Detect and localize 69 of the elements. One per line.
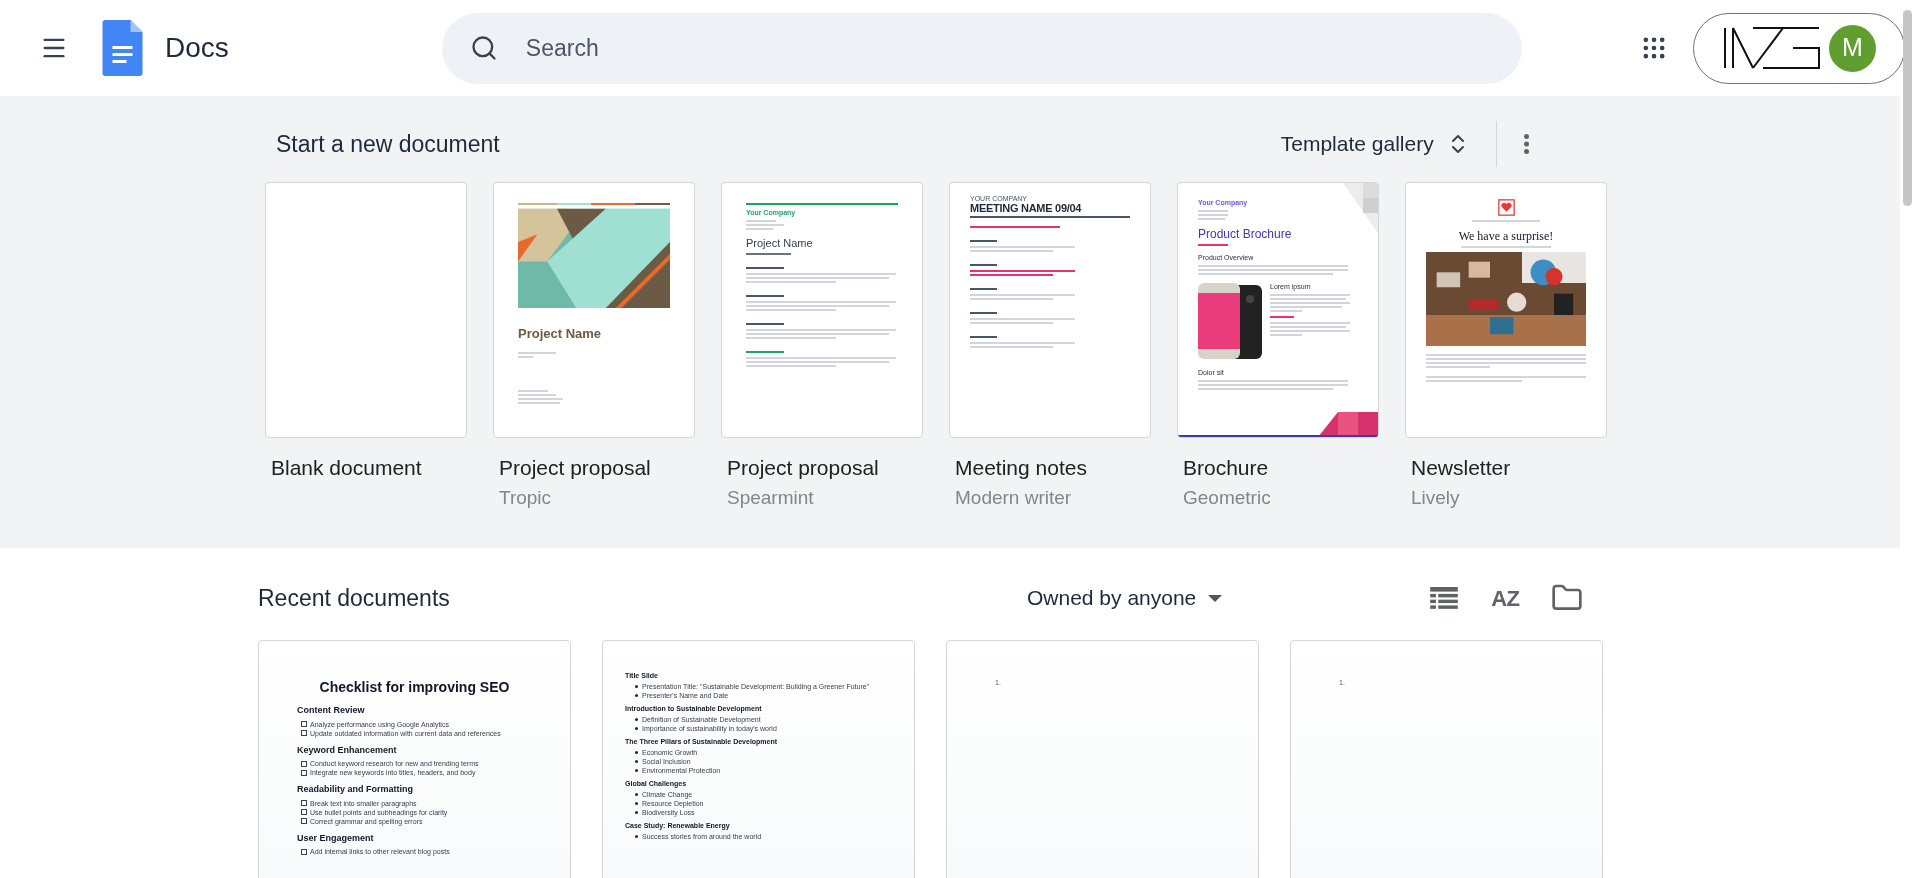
bullet-icon — [635, 769, 638, 772]
app-title: Docs — [165, 31, 229, 65]
text-lines-drawing — [1198, 244, 1228, 246]
bullet-icon — [635, 685, 638, 688]
heading-line-drawing — [746, 267, 784, 269]
template-name: Brochure — [1183, 455, 1270, 481]
template-name: Project proposal — [727, 455, 880, 481]
text-lines-drawing — [518, 351, 556, 358]
sort-button[interactable]: AZ — [1485, 578, 1526, 618]
bullet-icon — [635, 760, 638, 763]
account-avatar: M — [1828, 24, 1876, 72]
template-name: Meeting notes — [955, 455, 1088, 481]
heading-line-drawing — [970, 311, 997, 314]
template-theme: Tropic — [499, 485, 553, 510]
more-icon — [1524, 134, 1530, 154]
template-thumbnail[interactable]: Project Name — [493, 182, 695, 438]
search-icon — [469, 33, 498, 62]
heading-line-drawing — [1270, 316, 1294, 318]
bullet-icon — [635, 793, 638, 796]
preview-title: Product Brochure — [1198, 228, 1292, 240]
section-heading: Readability and Formatting — [297, 783, 414, 796]
heading-line-drawing — [970, 335, 997, 338]
list-view-icon — [1430, 586, 1459, 610]
bullet-icon — [635, 694, 638, 697]
scrollbar-thumb[interactable] — [1903, 10, 1912, 206]
heading-line-drawing — [970, 239, 997, 242]
bullet-icon — [635, 835, 638, 838]
section-title: Recent documents — [258, 583, 451, 613]
template-theme: Geometric — [1183, 485, 1272, 510]
bullet-icon — [635, 811, 638, 814]
text-lines-drawing — [1472, 220, 1540, 222]
section-title: Start a new document — [276, 129, 500, 159]
docs-logo-icon — [102, 20, 143, 76]
section-heading: Keyword Enhancement — [297, 743, 398, 757]
text-lines-drawing — [518, 389, 563, 404]
preview-title: Project Name — [518, 325, 603, 344]
preview-title: MEETING NAME 09/04 — [970, 202, 1082, 216]
text-lines-drawing — [746, 220, 784, 230]
owner-filter-dropdown[interactable]: Owned by anyone — [1027, 582, 1223, 614]
template-name: Newsletter — [1411, 455, 1512, 481]
bullet-icon — [635, 751, 638, 754]
template-name: Blank document — [271, 455, 423, 481]
bullet-icon — [635, 802, 638, 805]
document-thumbnail[interactable] — [602, 640, 915, 878]
corner-pattern-drawing — [1318, 412, 1378, 437]
document-title: Checklist for improving SEO — [319, 678, 510, 697]
search-field[interactable]: Search — [441, 12, 1522, 84]
preview-title: Project Name — [746, 238, 813, 249]
section-heading: Content Review — [297, 704, 366, 717]
text-lines-drawing — [1198, 210, 1228, 220]
bullet-icon — [635, 718, 638, 721]
heading-line-drawing — [746, 295, 784, 297]
preview-title: We have a surprise! — [1458, 230, 1554, 242]
template-gallery-button[interactable]: Template gallery — [1272, 124, 1478, 164]
caret-icon — [1208, 594, 1223, 602]
template-theme: Spearmint — [727, 485, 815, 510]
bullet-icon — [635, 727, 638, 730]
template-thumbnail[interactable] — [265, 182, 467, 438]
heading-line-drawing — [970, 287, 997, 290]
section-heading: User Engagement — [297, 831, 375, 845]
template-theme: Modern writer — [955, 485, 1073, 510]
template-name: Project proposal — [499, 455, 652, 481]
template-theme: Lively — [1411, 485, 1461, 510]
heading-line-drawing — [746, 323, 784, 325]
document-thumbnail[interactable] — [258, 640, 571, 878]
text-lines-drawing — [746, 253, 791, 255]
template-thumbnail[interactable]: We have a surprise! — [1405, 182, 1607, 438]
heading-line-drawing — [970, 263, 997, 266]
heading-line-drawing — [746, 351, 784, 353]
